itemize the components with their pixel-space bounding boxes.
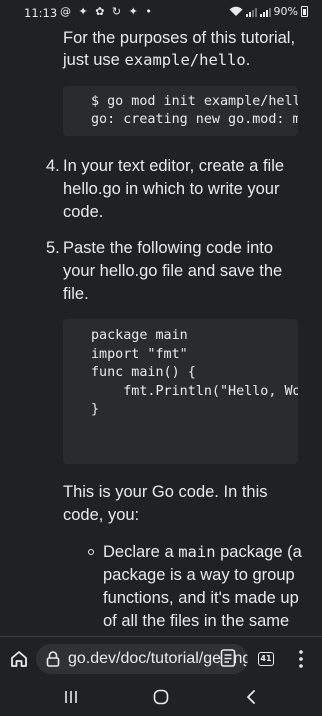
system-navigation-bar — [0, 680, 322, 716]
battery-percent: 90% — [273, 5, 298, 18]
status-time: 11:13 — [24, 6, 58, 20]
browser-toolbar: go.dev/doc/tutorial/getting-started 41 — [0, 636, 322, 680]
step-4-line: In your text editor, create a file — [63, 157, 285, 175]
step-4-line: code. — [63, 203, 104, 221]
notification-icons: @ ✦ ✿ ↻ ✦ • — [60, 5, 154, 18]
code-line: $ go mod init example/hello — [91, 94, 298, 109]
bullet-circle-icon — [88, 549, 94, 555]
step-5-line: file. — [63, 285, 89, 303]
home-nav-icon[interactable] — [153, 689, 169, 705]
battery-icon — [301, 6, 308, 17]
bullet-line: functions, and it's made up — [103, 589, 299, 607]
more-options-icon[interactable] — [298, 649, 304, 669]
code-line: import "fmt" — [91, 346, 188, 362]
step-4-line: hello.go in which to write your — [63, 180, 280, 198]
code-line: package main — [91, 328, 188, 343]
signal-icon-1 — [245, 7, 257, 17]
code-line: go: creating new go.mod: module example/… — [91, 112, 298, 127]
address-bar[interactable]: go.dev/doc/tutorial/getting-started — [36, 644, 248, 674]
code-block-terminal[interactable]: $ go mod init example/hello go: creating… — [63, 86, 298, 136]
code-line: func main() { — [91, 365, 196, 380]
back-nav-icon[interactable] — [245, 689, 257, 705]
code-block-go[interactable]: package main import "fmt" func main() { … — [63, 319, 298, 464]
list-number-4: 4. — [46, 157, 60, 175]
step-5-line: Paste the following code into — [63, 239, 274, 257]
status-bar: 11:13 @ ✦ ✿ ↻ ✦ • 90% — [0, 0, 322, 26]
step-5-line: your hello.go file and save the — [63, 262, 283, 280]
summary-line: This is your Go code. In this — [63, 483, 268, 501]
bullet-line-1: Declare a main package (a — [103, 543, 302, 561]
list-number-5: 5. — [46, 239, 60, 257]
signal-icon-2 — [259, 7, 271, 17]
intro-line-1: For the purposes of this tutorial, — [63, 29, 296, 47]
intro-line-2: just use example/hello. — [63, 51, 251, 69]
wifi-icon — [229, 6, 243, 16]
code-line: } — [91, 402, 100, 417]
inline-code-main: main — [178, 543, 216, 561]
bullet-line: package is a way to group — [103, 566, 295, 584]
home-icon[interactable] — [9, 649, 29, 669]
summary-line: code, you: — [63, 506, 140, 524]
lock-icon[interactable] — [46, 651, 60, 667]
code-line: fmt.Println("Hello, World!") — [123, 383, 298, 399]
inline-code-module: example/hello — [124, 51, 246, 69]
bullet-line: of all the files in the same — [103, 612, 290, 630]
system-icons: 90% — [229, 5, 308, 18]
recent-apps-icon[interactable] — [64, 690, 78, 704]
page-content[interactable]: For the purposes of this tutorial, just … — [0, 26, 322, 636]
reader-mode-icon[interactable] — [220, 648, 236, 668]
tab-switcher-button[interactable]: 41 — [258, 652, 274, 666]
